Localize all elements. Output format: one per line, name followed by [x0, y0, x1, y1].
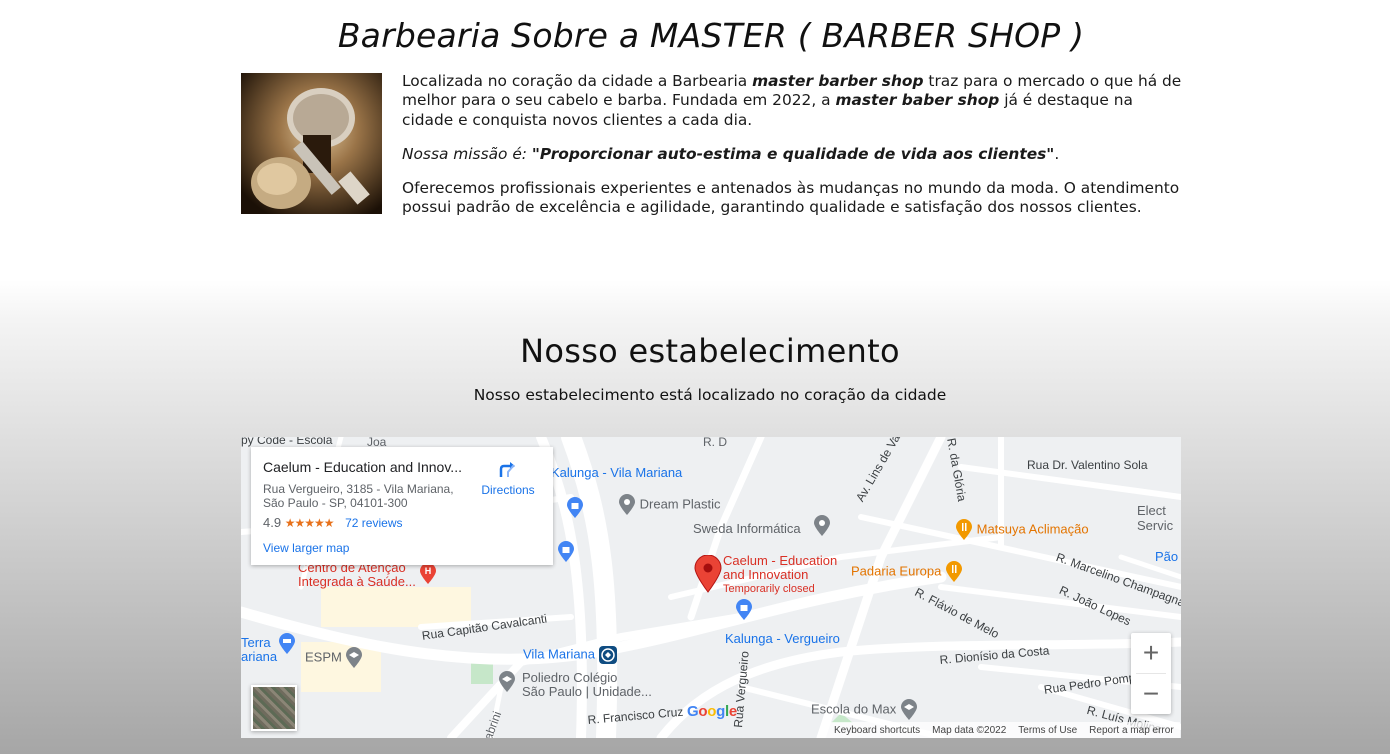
shopping-bag-icon	[566, 497, 584, 522]
map-data-label: Map data ©2022	[932, 724, 1007, 736]
zoom-control: + −	[1131, 633, 1171, 714]
poi-escola-max[interactable]: Escola do Max	[811, 699, 918, 721]
place-info-card: Caelum - Education and Innov... Rua Verg…	[251, 447, 553, 565]
red-pin-icon	[694, 554, 722, 593]
poi-label: Terra	[241, 635, 271, 650]
zoom-out-button[interactable]: −	[1131, 674, 1171, 714]
shaving-brush-photo	[241, 73, 382, 214]
mission-statement: "Proporcionar auto-estima e qualidade de…	[531, 144, 1055, 163]
street-label: Rua Dr. Valentino Sola	[1027, 458, 1148, 472]
poi-label: ESPM	[305, 649, 342, 665]
location-title: Nosso estabelecimento	[520, 332, 900, 370]
marker-name: Caelum - Education	[723, 553, 838, 568]
rating-value: 4.9	[263, 515, 282, 530]
zoom-in-button[interactable]: +	[1131, 633, 1171, 673]
poi-label: Escola do Max	[811, 701, 897, 717]
location-subtitle: Nosso estabelecimento está localizado no…	[473, 386, 947, 404]
poi-pao[interactable]: Pão	[1155, 549, 1178, 564]
location-pin-icon	[813, 515, 831, 540]
school-icon	[900, 699, 917, 720]
marker-name: and Innovation	[723, 567, 809, 582]
place-rating: 4.9 ★★★★★ 72 reviews	[263, 515, 402, 530]
map-marker[interactable]	[694, 554, 722, 596]
place-name: Caelum - Education and Innov...	[263, 459, 462, 475]
about-paragraph-1: Localizada no coração da cidade a Barbea…	[402, 72, 1182, 130]
directions-icon	[498, 459, 518, 479]
address-line: Rua Vergueiro, 3185 - Vila Mariana,	[263, 482, 454, 496]
poi-label: Integrada à Saúde...	[298, 574, 416, 589]
school-icon	[498, 671, 516, 696]
terms-of-use-link[interactable]: Terms of Use	[1018, 725, 1077, 736]
shopping-cart-icon	[278, 633, 296, 658]
poi-label: Matsuya Aclimação	[976, 521, 1089, 537]
poi-elect[interactable]: Elect Servic	[1137, 503, 1173, 533]
brand-name: master baber shop	[835, 91, 1000, 110]
street-label: py Code - Escola	[241, 437, 333, 447]
google-logo: Google	[687, 703, 737, 720]
about-text: Localizada no coração da cidade a Barbea…	[402, 72, 1182, 233]
poi-terra[interactable]: Terra ariana	[241, 636, 277, 664]
poi-espm[interactable]: ESPM	[305, 647, 363, 669]
shopping-bag-icon	[557, 541, 575, 566]
school-icon	[346, 647, 363, 668]
reviews-link[interactable]: 72 reviews	[345, 516, 402, 530]
about-title: Barbearia Sobre a MASTER ( BARBER SHOP )	[337, 16, 1085, 55]
poi-kalunga-vergueiro[interactable]: Kalunga - Vergueiro	[725, 631, 840, 646]
poi-label: Elect	[1137, 503, 1166, 518]
metro-station-icon	[598, 646, 617, 664]
directions-label: Directions	[481, 483, 535, 497]
restaurant-icon	[956, 519, 972, 540]
poi-label: Dream Plastic	[639, 496, 721, 512]
keyboard-shortcuts-link[interactable]: Keyboard shortcuts	[834, 725, 920, 736]
about-text-span: Localizada no coração da cidade a Barbea…	[402, 72, 753, 90]
marker-status: Temporarily closed	[723, 583, 815, 595]
about-text-span: .	[1054, 144, 1060, 163]
mission-label: Nossa missão é:	[402, 144, 532, 163]
poi-kalunga-vila-mariana[interactable]: Kalunga - Vila Mariana	[551, 465, 682, 480]
about-paragraph-3: Oferecemos profissionais experientes e a…	[402, 179, 1180, 217]
hospital-icon: H	[419, 563, 437, 588]
shopping-bag-icon	[735, 599, 753, 624]
view-larger-map-link[interactable]: View larger map	[263, 541, 349, 555]
directions-button[interactable]: Directions	[473, 459, 543, 497]
poi-sweda[interactable]: Sweda Informática	[693, 521, 801, 536]
poi-label: Padaria Europa	[851, 563, 942, 579]
location-pin-icon	[619, 494, 635, 515]
place-address: Rua Vergueiro, 3185 - Vila Mariana, São …	[263, 482, 463, 510]
poi-padaria[interactable]: Padaria Europa	[851, 561, 963, 583]
shaving-brush-image	[241, 73, 382, 214]
poi-dream-plastic[interactable]: Dream Plastic	[618, 494, 721, 516]
marker-label[interactable]: Caelum - Education and Innovation Tempor…	[723, 554, 837, 596]
poi-poliedro[interactable]: Poliedro Colégio São Paulo | Unidade...	[522, 671, 652, 699]
poi-vila-mariana-station[interactable]: Vila Mariana	[523, 646, 617, 664]
brand-name: master barber shop	[752, 72, 924, 90]
poi-centro-atencao[interactable]: Centro de Atenção Integrada à Saúde...	[298, 561, 416, 589]
poi-matsuya[interactable]: Matsuya Aclimação	[955, 519, 1089, 541]
satellite-toggle[interactable]	[251, 685, 297, 731]
about-section: Barbearia Sobre a MASTER ( BARBER SHOP )…	[241, 0, 1181, 280]
poi-label: Vila Mariana	[523, 646, 596, 662]
mission-paragraph: Nossa missão é: "Proporcionar auto-estim…	[402, 145, 1182, 164]
google-map[interactable]: py Code - Escola Joa R. D Rua Dr. Valent…	[241, 437, 1181, 738]
poi-label: Servic	[1137, 518, 1174, 533]
restaurant-icon	[945, 561, 962, 582]
svg-text:H: H	[425, 566, 432, 576]
address-line: São Paulo - SP, 04101-300	[263, 496, 408, 510]
poi-label: ariana	[241, 649, 278, 664]
street-label: R. D	[703, 437, 727, 449]
report-map-error-link[interactable]: Report a map error	[1089, 725, 1173, 736]
map-attribution: Keyboard shortcuts Map data ©2022 Terms …	[826, 722, 1180, 738]
star-rating-icon: ★★★★★	[284, 516, 335, 530]
poi-label: Poliedro Colégio	[522, 670, 618, 685]
poi-label: São Paulo | Unidade...	[522, 684, 652, 699]
